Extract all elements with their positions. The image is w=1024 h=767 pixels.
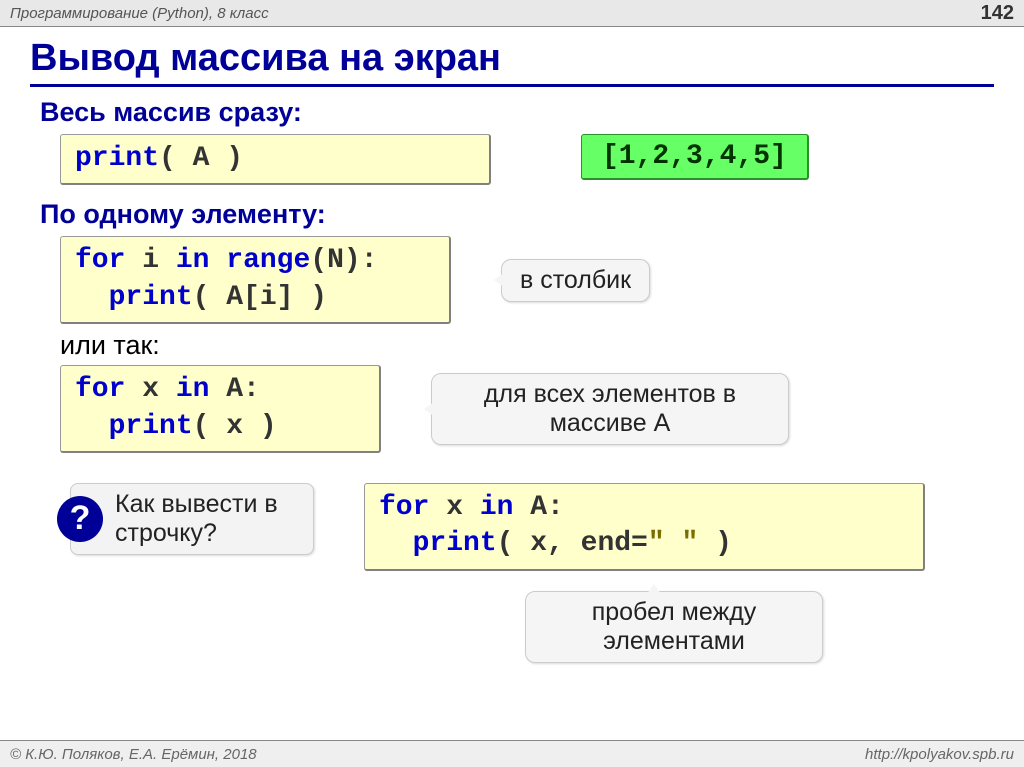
slide-title: Вывод массива на экран [30,37,994,87]
copyright: © К.Ю. Поляков, Е.А. Ерёмин, 2018 [10,746,257,763]
code-for-in-a: for x in A: print( x ) [60,365,381,453]
code-print-inline: for x in A: print( x, end=" " ) [364,483,925,571]
or-label: или так: [60,330,984,361]
question-block: ? Как вывести в строчку? [70,483,314,555]
slide-footer: © К.Ю. Поляков, Е.А. Ерёмин, 2018 http:/… [0,740,1024,767]
section-by-element-head: По одному элементу: [40,199,984,230]
footer-link: http://kpolyakov.spb.ru [865,746,1014,763]
slide-content: Весь массив сразу: print( A ) [1,2,3,4,5… [40,97,984,663]
callout-for-all: для всех элементов в массиве A [431,373,789,445]
page-number: 142 [981,2,1014,25]
code-for-range: for i in range(N): print( A[i] ) [60,236,451,324]
slide-header: Программирование (Python), 8 класс 142 [0,0,1024,27]
callout-space: пробел между элементами [525,591,823,663]
section-whole-array-head: Весь массив сразу: [40,97,984,128]
output-array: [1,2,3,4,5] [581,134,809,180]
code-print-array: print( A ) [60,134,491,185]
callout-column: в столбик [501,259,650,302]
question-text: Как вывести в строчку? [115,490,295,548]
course-label: Программирование (Python), 8 класс [10,5,269,22]
question-mark-icon: ? [57,496,103,542]
